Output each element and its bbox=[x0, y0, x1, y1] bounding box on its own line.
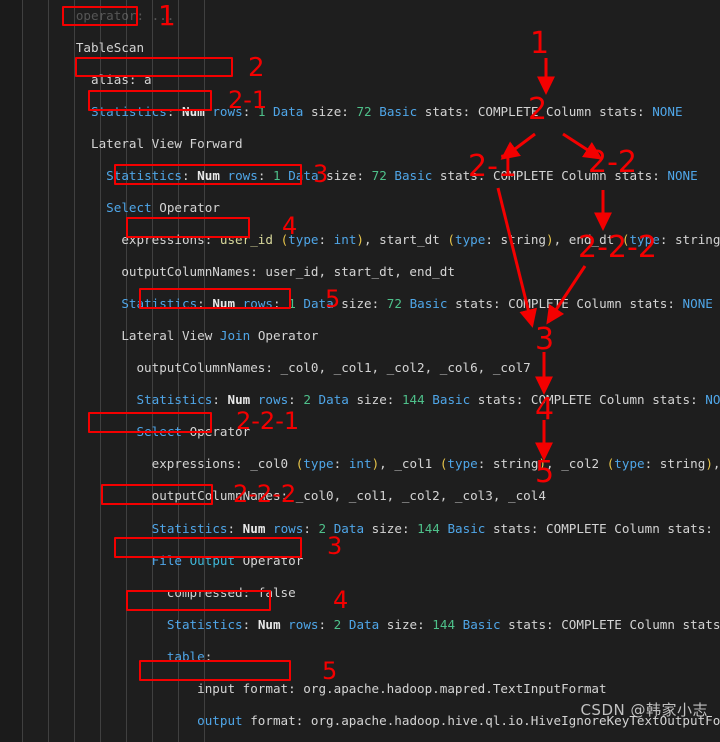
code-line: Lateral View Forward bbox=[0, 136, 243, 152]
code-line: alias: a bbox=[0, 72, 152, 88]
code-editor[interactable]: operator: ... TableScan alias: a Statist… bbox=[0, 0, 720, 742]
code-line: outputColumnNames: _col0, _col1, _col2, … bbox=[0, 488, 546, 504]
code-line: compressed: false bbox=[0, 584, 296, 600]
code-content: operator: ... TableScan alias: a Statist… bbox=[0, 0, 720, 742]
watermark: CSDN @韩家小志 bbox=[580, 701, 708, 719]
code-line: outputColumnNames: user_id, start_dt, en… bbox=[0, 264, 455, 280]
code-line: Statistics: Num rows: 2 Data size: 144 B… bbox=[136, 392, 720, 408]
code-line: Statistics: Num rows: 1 Data size: 72 Ba… bbox=[121, 296, 713, 312]
code-line: Statistics: Num rows: 2 Data size: 144 B… bbox=[166, 616, 720, 632]
code-line: Statistics: Num rows: 1 Data size: 72 Ba… bbox=[91, 104, 683, 120]
code-line: File Output Operator bbox=[151, 552, 304, 568]
code-line: input format: org.apache.hadoop.mapred.T… bbox=[0, 680, 607, 696]
code-line: operator: ... bbox=[0, 8, 175, 24]
code-line: Statistics: Num rows: 2 Data size: 144 B… bbox=[151, 520, 720, 536]
code-line: expressions: user_id (type: int), start_… bbox=[0, 232, 720, 248]
code-line: Select Operator bbox=[106, 200, 220, 216]
code-line: expressions: _col0 (type: int), _col1 (t… bbox=[0, 456, 720, 472]
code-line: Lateral View Join Operator bbox=[0, 328, 319, 344]
code-line: Statistics: Num rows: 1 Data size: 72 Ba… bbox=[106, 168, 698, 184]
code-line: Select Operator bbox=[136, 424, 251, 440]
code-line: table: bbox=[166, 648, 213, 664]
code-line: TableScan bbox=[0, 40, 145, 56]
code-line: outputColumnNames: _col0, _col1, _col2, … bbox=[0, 360, 531, 376]
